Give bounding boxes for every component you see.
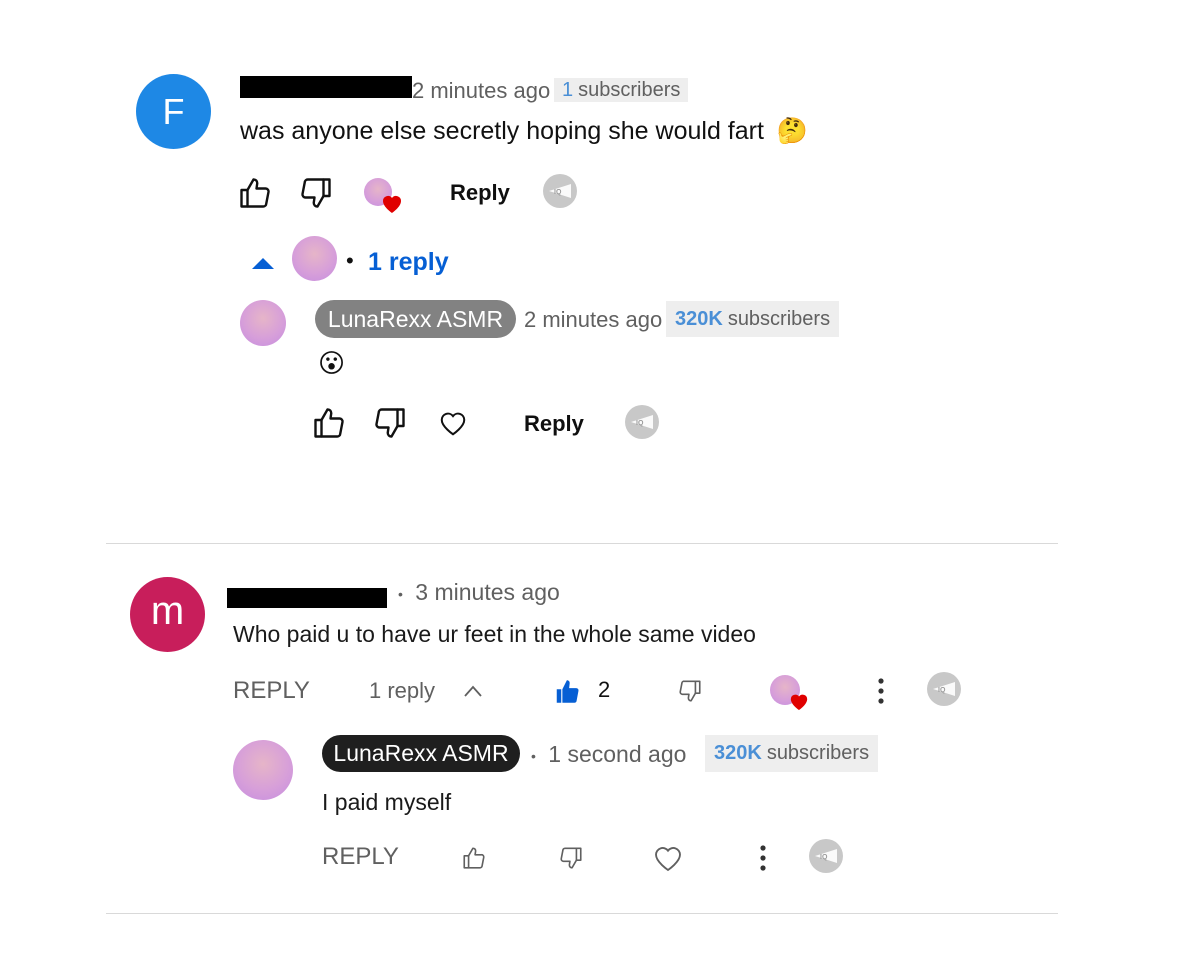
reply-author-avatar[interactable] [233,740,293,800]
reply-text: I paid myself [322,789,452,815]
thinking-emoji: 🤔 [776,117,809,145]
creator-name-pill[interactable]: LunaRexx ASMR [315,300,516,338]
thumbs-down-icon [301,178,331,208]
section-divider [106,543,1058,544]
heart-button[interactable] [438,409,468,437]
subscriber-count: 320K [675,307,723,330]
iq-icon: IQ [933,682,955,696]
thumbs-down-icon [560,847,582,869]
commenter-avatar[interactable]: m [130,577,205,652]
like-count: 2 [598,677,611,702]
heart-outline-icon [440,412,466,436]
hide-replies-button[interactable]: • 1 reply [250,236,450,286]
thumbs-up-filled-icon [556,680,579,703]
heart-button[interactable] [652,843,684,873]
bullet-separator: • [346,248,354,273]
heart-icon [383,196,401,213]
svg-text:IQ: IQ [938,687,946,694]
section-divider [106,913,1058,914]
reply-timestamp: 2 minutes ago [524,307,663,332]
more-options-button[interactable] [755,844,771,872]
subscriber-badge: 1 subscribers [554,78,689,102]
comment-text: was anyone else secretly hoping she woul… [240,117,808,146]
replies-count-link[interactable]: 1 reply [368,248,449,277]
comment-timestamp: 2 minutes ago [412,78,551,103]
heart-icon [790,694,808,711]
subscriber-label: subscribers [727,307,831,330]
redacted-username [240,76,412,98]
iq-button[interactable]: IQ [543,174,577,208]
subscriber-count: 320K [714,742,762,764]
dislike-button[interactable] [371,405,409,441]
thumbs-up-icon [240,178,270,208]
more-vertical-icon [760,845,766,871]
thumbs-down-icon [375,408,405,438]
reply-button[interactable]: Reply [450,180,510,206]
creator-heart [364,178,404,216]
thumbs-up-icon [314,408,344,438]
replies-toggle[interactable]: 1 reply [369,678,489,708]
heart-outline-icon [655,847,681,872]
iq-button[interactable]: IQ [927,672,961,706]
reply-author-avatar[interactable] [240,300,286,346]
thumbs-up-icon [463,847,485,869]
bullet-separator: • [531,747,536,764]
dislike-button[interactable] [557,845,585,871]
avatar-letter: F [162,90,185,132]
svg-text:IQ: IQ [554,189,562,196]
subscriber-count: 1 [562,78,574,101]
subscriber-label: subscribers [578,78,681,101]
svg-text:IQ: IQ [820,854,828,861]
more-options-button[interactable] [873,677,889,705]
iq-button[interactable]: IQ [809,839,843,873]
dislike-button[interactable] [297,175,335,211]
subscriber-label: subscribers [766,742,870,764]
like-button[interactable] [236,175,274,211]
reply-timestamp: • 1 second ago [531,741,686,768]
like-button[interactable]: 2 [554,676,624,708]
reply-button[interactable]: REPLY [233,677,310,705]
iq-icon: IQ [815,849,837,863]
iq-icon: IQ [631,415,653,429]
replies-count: 1 reply [369,678,436,703]
comment-timestamp: • 3 minutes ago [398,579,560,606]
redacted-username [227,588,387,608]
chevron-up-icon [464,685,482,697]
iq-icon: IQ [549,184,571,198]
svg-text:IQ: IQ [636,420,644,427]
creator-heart [770,675,810,713]
thumbs-down-icon [679,680,701,702]
reply-emoji: 😮 [318,348,346,378]
subscriber-badge: 320K subscribers [705,735,879,772]
iq-button[interactable]: IQ [625,405,659,439]
like-button[interactable] [460,845,488,871]
subscriber-badge: 320K subscribers [666,301,840,337]
commenter-avatar[interactable]: F [136,74,211,149]
timestamp-text: 3 minutes ago [415,579,560,605]
reply-button[interactable]: REPLY [322,843,399,871]
more-vertical-icon [878,678,884,704]
caret-up-icon [252,258,274,269]
like-button[interactable] [310,405,348,441]
comment-text-body: was anyone else secretly hoping she woul… [240,117,764,145]
creator-name-pill[interactable]: LunaRexx ASMR [322,735,520,772]
bullet-separator: • [398,585,403,602]
comment-text: Who paid u to have ur feet in the whole … [233,621,756,647]
timestamp-text: 1 second ago [548,741,687,767]
reply-author-avatar-mini [292,236,337,281]
avatar-letter: m [150,589,185,633]
dislike-button[interactable] [676,678,704,704]
reply-button[interactable]: Reply [524,411,584,437]
